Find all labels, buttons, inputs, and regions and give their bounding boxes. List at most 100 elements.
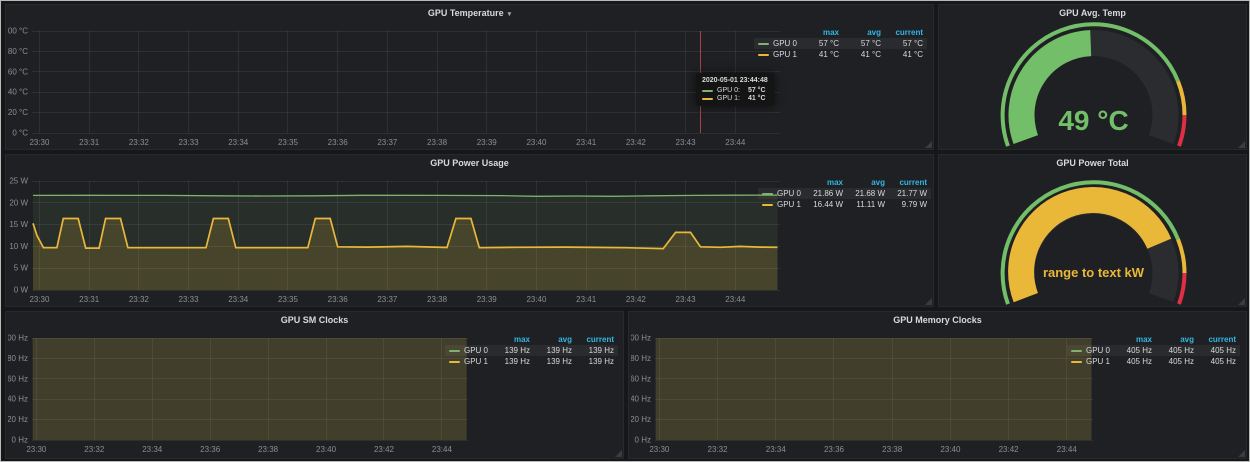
svg-text:23:32: 23:32 bbox=[708, 445, 729, 454]
series-color-dash-icon bbox=[762, 204, 773, 206]
svg-text:23:36: 23:36 bbox=[328, 138, 349, 147]
panel-title-gpu-power-usage[interactable]: GPU Power Usage bbox=[6, 155, 933, 171]
legend-series-toggle[interactable]: GPU 1 bbox=[754, 49, 801, 60]
legend-header-avg[interactable]: avg bbox=[843, 27, 885, 38]
gpu-memory-clocks-chart[interactable]: 0 Hz20 Hz40 Hz60 Hz80 Hz100 Hz23:3023:32… bbox=[631, 328, 1103, 456]
series-color-dash-icon bbox=[449, 350, 460, 352]
svg-text:23:33: 23:33 bbox=[179, 138, 200, 147]
svg-text:23:38: 23:38 bbox=[258, 445, 279, 454]
legend-header-max[interactable]: max bbox=[1114, 334, 1156, 345]
panel-title-gpu-avg-temp[interactable]: GPU Avg. Temp bbox=[939, 5, 1246, 21]
svg-text:23:38: 23:38 bbox=[427, 295, 448, 304]
svg-text:23:36: 23:36 bbox=[824, 445, 845, 454]
legend-value: 57 °C bbox=[843, 38, 885, 49]
svg-text:23:39: 23:39 bbox=[477, 138, 498, 147]
legend-header-row: maxavgcurrent bbox=[1067, 334, 1240, 345]
legend-header-avg[interactable]: avg bbox=[534, 334, 576, 345]
legend-value: 139 Hz bbox=[492, 356, 534, 367]
panel-gpu-sm-clocks: GPU SM Clocks 0 Hz20 Hz40 Hz60 Hz80 Hz10… bbox=[5, 311, 624, 459]
legend-series-toggle[interactable]: GPU 0 bbox=[754, 38, 801, 49]
series-color-dash-icon bbox=[1071, 361, 1082, 363]
legend-row: GPU 141 °C41 °C41 °C bbox=[754, 49, 927, 60]
panel-resize-handle[interactable] bbox=[1238, 298, 1245, 305]
svg-text:23:40: 23:40 bbox=[316, 445, 337, 454]
gpu-power-usage-legend: maxavgcurrentGPU 021.86 W21.68 W21.77 WG… bbox=[758, 177, 931, 210]
legend-value: 21.77 W bbox=[889, 188, 931, 199]
svg-text:23:42: 23:42 bbox=[374, 445, 395, 454]
panel-resize-handle[interactable] bbox=[925, 298, 932, 305]
svg-text:23:30: 23:30 bbox=[649, 445, 670, 454]
panel-resize-handle[interactable] bbox=[1238, 450, 1245, 457]
legend-value: 139 Hz bbox=[534, 345, 576, 356]
legend-value: 405 Hz bbox=[1198, 345, 1240, 356]
svg-text:100 Hz: 100 Hz bbox=[8, 334, 28, 343]
svg-text:23:42: 23:42 bbox=[626, 138, 647, 147]
legend-value: 405 Hz bbox=[1156, 356, 1198, 367]
svg-text:23:40: 23:40 bbox=[526, 295, 547, 304]
panel-resize-handle[interactable] bbox=[615, 450, 622, 457]
svg-text:23:34: 23:34 bbox=[228, 138, 249, 147]
legend-series-toggle[interactable]: GPU 1 bbox=[445, 356, 492, 367]
gpu-sm-clocks-chart[interactable]: 0 Hz20 Hz40 Hz60 Hz80 Hz100 Hz23:3023:32… bbox=[8, 328, 478, 456]
legend-series-toggle[interactable]: GPU 0 bbox=[1067, 345, 1114, 356]
gpu-memory-clocks-legend: maxavgcurrentGPU 0405 Hz405 Hz405 HzGPU … bbox=[1067, 334, 1240, 367]
svg-text:23:37: 23:37 bbox=[377, 138, 398, 147]
legend-series-toggle[interactable]: GPU 1 bbox=[758, 199, 805, 210]
gauge-threshold-ring bbox=[1178, 81, 1185, 115]
svg-text:80 °C: 80 °C bbox=[8, 47, 28, 56]
legend-series-toggle[interactable]: GPU 1 bbox=[1067, 356, 1114, 367]
legend-series-toggle[interactable]: GPU 0 bbox=[445, 345, 492, 356]
legend-header-current[interactable]: current bbox=[885, 27, 927, 38]
legend-series-toggle[interactable]: GPU 0 bbox=[758, 188, 805, 199]
panel-resize-handle[interactable] bbox=[925, 141, 932, 148]
svg-text:23:41: 23:41 bbox=[576, 138, 597, 147]
svg-text:20 W: 20 W bbox=[9, 198, 28, 207]
panel-title-gpu-temperature[interactable]: GPU Temperature▾ bbox=[6, 5, 933, 21]
panel-gpu-power-total: GPU Power Total range to text kW bbox=[938, 154, 1247, 307]
svg-text:23:30: 23:30 bbox=[26, 445, 47, 454]
gauge-threshold-ring bbox=[1178, 239, 1185, 273]
panel-resize-handle[interactable] bbox=[1238, 141, 1245, 148]
gauge-threshold-ring bbox=[1179, 115, 1185, 146]
panel-title-gpu-memory-clocks[interactable]: GPU Memory Clocks bbox=[629, 312, 1246, 328]
legend-header-max[interactable]: max bbox=[805, 177, 847, 188]
svg-text:40 Hz: 40 Hz bbox=[631, 395, 651, 404]
series-area bbox=[656, 328, 1092, 440]
legend-header-max[interactable]: max bbox=[801, 27, 843, 38]
legend-header-current[interactable]: current bbox=[1198, 334, 1240, 345]
series-color-dash-icon bbox=[758, 43, 769, 45]
legend-header-current[interactable]: current bbox=[576, 334, 618, 345]
legend-header-current[interactable]: current bbox=[889, 177, 931, 188]
svg-text:23:42: 23:42 bbox=[999, 445, 1020, 454]
series-group bbox=[656, 328, 1092, 440]
chart-tooltip: 2020-05-01 23:44:48 GPU 0:57 °CGPU 1:41 … bbox=[696, 73, 774, 106]
svg-text:60 Hz: 60 Hz bbox=[631, 374, 651, 383]
gpu-power-usage-chart[interactable]: 0 W5 W10 W15 W20 W25 W23:3023:3123:3223:… bbox=[8, 171, 790, 306]
panel-title-gpu-power-total[interactable]: GPU Power Total bbox=[939, 155, 1246, 171]
svg-text:23:38: 23:38 bbox=[882, 445, 903, 454]
svg-text:23:39: 23:39 bbox=[477, 295, 498, 304]
panel-title-text: GPU SM Clocks bbox=[281, 315, 349, 325]
series-group bbox=[33, 195, 778, 290]
legend-header-avg[interactable]: avg bbox=[1156, 334, 1198, 345]
legend-header-max[interactable]: max bbox=[492, 334, 534, 345]
legend-row: GPU 0405 Hz405 Hz405 Hz bbox=[1067, 345, 1240, 356]
panel-menu-caret-icon[interactable]: ▾ bbox=[508, 11, 512, 18]
legend-table: maxavgcurrentGPU 0405 Hz405 Hz405 HzGPU … bbox=[1067, 334, 1240, 367]
legend-table: maxavgcurrentGPU 057 °C57 °C57 °CGPU 141… bbox=[754, 27, 927, 60]
legend-value: 9.79 W bbox=[889, 199, 931, 210]
gpu-temperature-chart[interactable]: 0 °C20 °C40 °C60 °C80 °C100 °C23:3023:31… bbox=[8, 21, 790, 149]
gauge-value: range to text kW bbox=[1043, 265, 1145, 280]
legend-table: maxavgcurrentGPU 021.86 W21.68 W21.77 WG… bbox=[758, 177, 931, 210]
svg-text:23:44: 23:44 bbox=[725, 138, 746, 147]
svg-text:23:34: 23:34 bbox=[766, 445, 787, 454]
series-color-dash-icon bbox=[702, 98, 713, 100]
svg-text:60 Hz: 60 Hz bbox=[8, 374, 28, 383]
panel-title-gpu-sm-clocks[interactable]: GPU SM Clocks bbox=[6, 312, 623, 328]
tooltip-rows: GPU 0:57 °CGPU 1:41 °C bbox=[702, 87, 768, 102]
legend-value: 405 Hz bbox=[1114, 356, 1156, 367]
legend-value: 57 °C bbox=[885, 38, 927, 49]
svg-text:80 Hz: 80 Hz bbox=[631, 354, 651, 363]
grid bbox=[32, 31, 780, 134]
legend-header-avg[interactable]: avg bbox=[847, 177, 889, 188]
